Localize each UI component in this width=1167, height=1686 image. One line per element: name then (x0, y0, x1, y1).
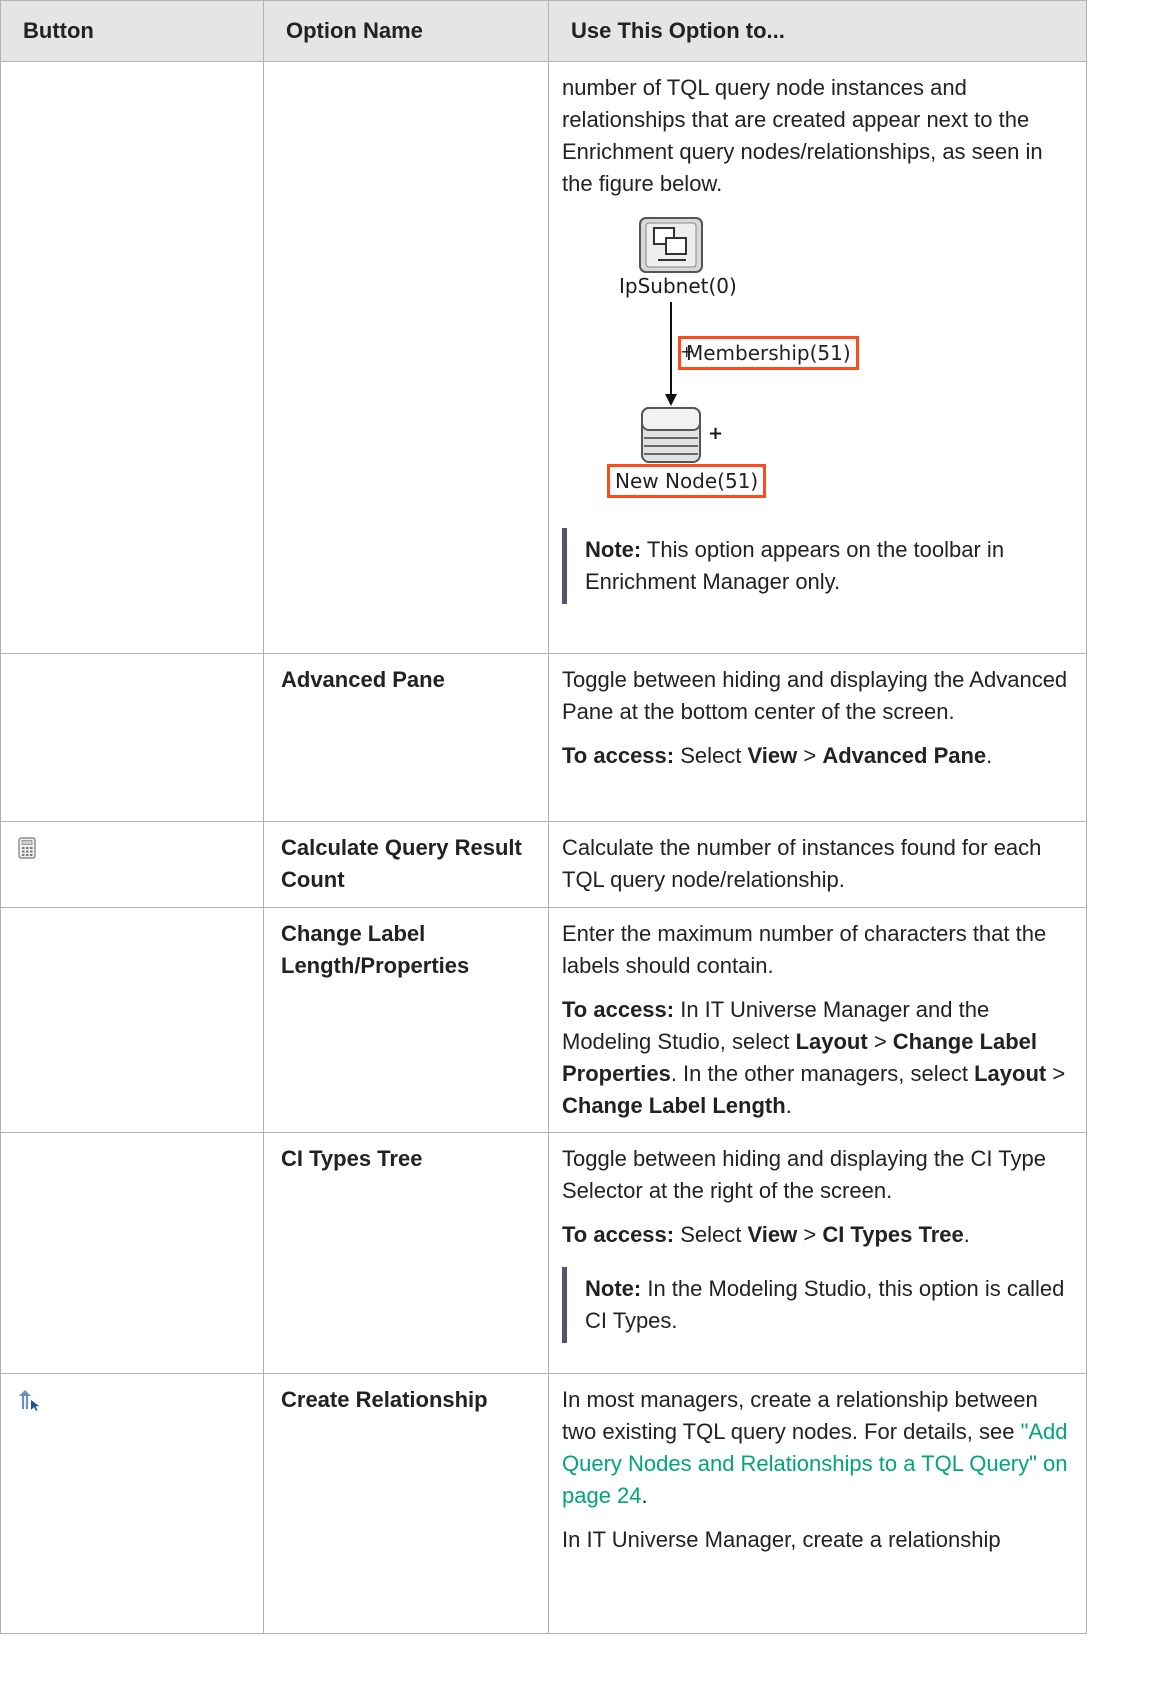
access-end: . (963, 1222, 970, 1247)
access-label: To access: (562, 1222, 675, 1247)
note-text: In the Modeling Studio, this option is c… (585, 1276, 1065, 1333)
access-item: Advanced Pane (822, 743, 987, 768)
access-item: CI Types Tree (822, 1222, 964, 1247)
option-name-cell: CI Types Tree (263, 1132, 549, 1374)
access-label: To access: (562, 743, 675, 768)
access-menu: View (747, 743, 798, 768)
access-label: To access: (562, 997, 675, 1022)
description-cell: Toggle between hiding and displaying the… (548, 1132, 1087, 1374)
button-cell (0, 821, 264, 908)
description-text: Enter the maximum number of characters t… (562, 921, 1047, 978)
new-node-label: New Node(51) (607, 464, 767, 498)
calculator-icon[interactable] (18, 836, 36, 868)
description-cell: Toggle between hiding and displaying the… (548, 653, 1087, 822)
membership-plus: + (680, 342, 694, 361)
access-sep: > (797, 1222, 823, 1247)
header-option-name: Option Name (263, 0, 549, 62)
description-cell: number of TQL query node instances and r… (548, 61, 1087, 654)
new-node-icon (641, 407, 701, 463)
description-cell: Enter the maximum number of characters t… (548, 907, 1087, 1133)
ipsubnet-icon (639, 217, 703, 273)
button-cell (0, 907, 264, 1133)
note-text: This option appears on the toolbar in En… (585, 537, 1005, 594)
access-text: To access: Select View > CI Types Tree. (562, 1219, 1076, 1251)
description-text: Toggle between hiding and displaying the… (562, 1146, 1046, 1203)
new-node-plus: + (708, 423, 724, 444)
access-text-part: . In the other managers, select (670, 1061, 975, 1086)
header-use-option: Use This Option to... (548, 0, 1087, 62)
membership-label: Membership(51) (678, 336, 859, 370)
note-block: Note: This option appears on the toolbar… (562, 528, 1076, 604)
description-text-2: In IT Universe Manager, create a relatio… (562, 1527, 1001, 1552)
option-name-cell: Change Label Length/Properties (263, 907, 549, 1133)
table-header-row: Button Option Name Use This Option to... (0, 0, 1087, 62)
access-pre: Select (674, 743, 748, 768)
table-row: Advanced Pane Toggle between hiding and … (0, 653, 1087, 822)
description-pre: In most managers, create a relationship … (562, 1387, 1038, 1444)
table-row: Calculate Query Result Count Calculate t… (0, 821, 1087, 908)
button-cell (0, 653, 264, 822)
description-cell: Calculate the number of instances found … (548, 821, 1087, 908)
option-name-cell: Advanced Pane (263, 653, 549, 822)
access-text: To access: In IT Universe Manager and th… (562, 994, 1076, 1122)
description-text: In most managers, create a relationship … (562, 1384, 1076, 1512)
button-cell (0, 1132, 264, 1374)
option-name-cell: Calculate Query Result Count (263, 821, 549, 908)
access-sep: > (1046, 1061, 1066, 1086)
options-table: Button Option Name Use This Option to...… (0, 0, 1087, 1634)
access-end: . (986, 743, 993, 768)
header-button: Button (0, 0, 264, 62)
note-label: Note: (585, 1276, 642, 1301)
intro-text: number of TQL query node instances and r… (562, 75, 1043, 196)
table-row: CI Types Tree Toggle between hiding and … (0, 1132, 1087, 1374)
table-row: number of TQL query node instances and r… (0, 61, 1087, 654)
table-row: Create Relationship In most managers, cr… (0, 1373, 1087, 1634)
option-name-cell: Create Relationship (263, 1373, 549, 1634)
create-relationship-icon[interactable] (18, 1388, 40, 1420)
button-cell (0, 61, 264, 654)
button-cell (0, 1373, 264, 1634)
access-pre: Select (674, 1222, 748, 1247)
access-end: . (785, 1093, 792, 1118)
access-menu: Layout (795, 1029, 868, 1054)
table-row: Change Label Length/Properties Enter the… (0, 907, 1087, 1133)
note-label: Note: (585, 537, 642, 562)
access-sep: > (797, 743, 823, 768)
description-cell: In most managers, create a relationship … (548, 1373, 1087, 1634)
ipsubnet-label: IpSubnet(0) (619, 274, 737, 298)
arrow-head (665, 394, 677, 406)
enrichment-figure: IpSubnet(0) Membership(51) + + New Node(… (562, 212, 962, 512)
description-end: . (641, 1483, 648, 1508)
access-item: Change Label Length (562, 1093, 786, 1118)
access-menu: View (747, 1222, 798, 1247)
access-text: To access: Select View > Advanced Pane. (562, 740, 1076, 772)
note-block: Note: In the Modeling Studio, this optio… (562, 1267, 1076, 1343)
access-menu: Layout (974, 1061, 1047, 1086)
access-sep: > (867, 1029, 893, 1054)
option-name-cell (263, 61, 549, 654)
description-text: Toggle between hiding and displaying the… (562, 667, 1068, 724)
